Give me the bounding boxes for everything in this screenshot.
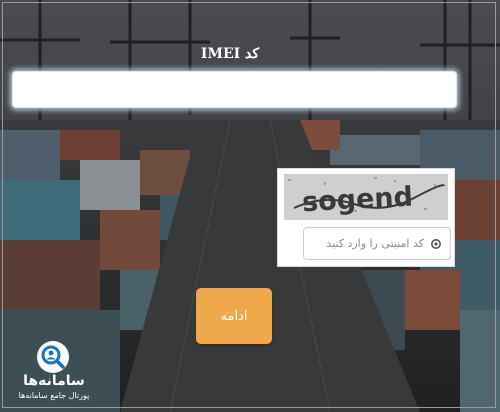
captcha-image: sogend <box>284 174 448 220</box>
captcha-input[interactable] <box>304 228 450 259</box>
refresh-icon[interactable] <box>430 238 442 250</box>
imei-label: کد IMEI <box>200 46 260 62</box>
captcha-input-wrapper <box>303 227 451 260</box>
page-background: کد IMEI sogend ادامه <box>0 0 500 412</box>
continue-button[interactable]: ادامه <box>196 288 272 344</box>
magnifier-person-icon <box>37 341 69 373</box>
brand-logo: سامانه‌ها پورتال جامع سامانه‌ها <box>8 340 100 406</box>
captcha-panel: sogend <box>277 168 455 267</box>
brand-name: سامانه‌ها <box>23 373 85 389</box>
brand-tagline: پورتال جامع سامانه‌ها <box>18 391 90 400</box>
imei-input[interactable] <box>12 71 457 108</box>
